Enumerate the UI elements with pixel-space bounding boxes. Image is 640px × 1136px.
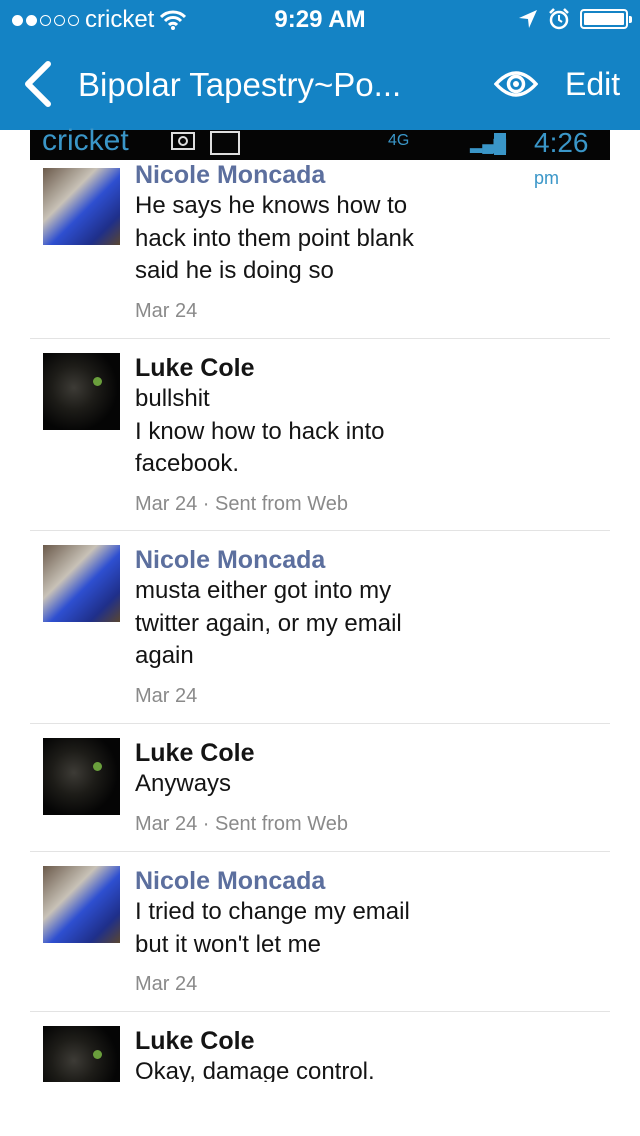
message-meta: Mar 24	[135, 973, 198, 995]
top-bar: cricket 9:29 AM Bipolar Tapestry~Po... E…	[0, 0, 640, 130]
message-text: Okay, damage control.	[135, 1058, 375, 1082]
author-name[interactable]: Luke Cole	[135, 1026, 605, 1056]
message-text: He says he knows how to hack into them p…	[135, 192, 414, 284]
avatar[interactable]	[43, 353, 120, 430]
picture-icon	[210, 131, 240, 155]
avatar[interactable]	[43, 866, 120, 943]
back-chevron-icon[interactable]	[18, 60, 58, 108]
battery-icon	[580, 9, 632, 29]
message-meta: Mar 24 · Sent from Web	[135, 812, 349, 835]
author-name[interactable]: Nicole Moncada	[135, 866, 605, 896]
message-text: I tried to change my email but it won't …	[135, 898, 410, 958]
message-text: musta either got into my twitter again, …	[135, 577, 402, 669]
message-body: Nicole Moncada I tried to change my emai…	[135, 866, 605, 997]
screenshot-status-bar: cricket 4G ▂▄▆ 4:26 pm	[30, 124, 610, 188]
author-name[interactable]: Luke Cole	[135, 353, 605, 383]
message-text: bullshit I know how to hack into faceboo…	[135, 385, 385, 477]
edit-button[interactable]: Edit	[565, 66, 620, 103]
inner-time-value: 4:26	[534, 127, 589, 158]
message-meta: Mar 24	[135, 684, 198, 707]
message-meta: Mar 24 · Sent from Web	[135, 492, 349, 515]
avatar[interactable]	[43, 738, 120, 815]
alarm-icon	[549, 8, 569, 30]
message-body: Luke Cole Anyways Mar 24 · Sent from Web	[135, 738, 605, 837]
message-item[interactable]: Nicole Moncada I tried to change my emai…	[30, 852, 610, 1012]
message-item[interactable]: Luke Cole Okay, damage control.	[30, 1012, 610, 1082]
inner-battery-icon	[494, 133, 506, 155]
location-arrow-icon	[519, 10, 537, 28]
avatar[interactable]	[43, 545, 120, 622]
author-name[interactable]: Luke Cole	[135, 738, 605, 768]
message-feed[interactable]: Nicole Moncada He says he knows how to h…	[30, 160, 610, 1082]
message-body: Luke Cole bullshit I know how to hack in…	[135, 353, 605, 517]
status-right	[518, 8, 632, 30]
conversation-title[interactable]: Bipolar Tapestry~Po...	[78, 66, 401, 104]
message-item[interactable]: Nicole Moncada musta either got into my …	[30, 531, 610, 724]
message-body: Luke Cole Okay, damage control.	[135, 1026, 605, 1082]
message-meta: Mar 24	[135, 299, 198, 322]
author-name[interactable]: Nicole Moncada	[135, 160, 605, 190]
message-item[interactable]: Luke Cole Anyways Mar 24 · Sent from Web	[30, 724, 610, 852]
status-bar: cricket 9:29 AM	[0, 0, 640, 40]
eye-icon[interactable]	[494, 66, 538, 102]
inner-carrier-label: cricket	[42, 124, 129, 157]
battery-fill	[584, 13, 624, 25]
camera-icon	[171, 132, 195, 150]
message-item[interactable]: Nicole Moncada He says he knows how to h…	[30, 160, 610, 339]
avatar[interactable]	[43, 1026, 120, 1082]
message-text: Anyways	[135, 770, 232, 797]
message-body: Nicole Moncada He says he knows how to h…	[135, 160, 605, 324]
message-item[interactable]: Luke Cole bullshit I know how to hack in…	[30, 339, 610, 531]
author-name[interactable]: Nicole Moncada	[135, 545, 605, 575]
inner-network-label: 4G	[388, 132, 410, 149]
avatar[interactable]	[43, 168, 120, 245]
message-body: Nicole Moncada musta either got into my …	[135, 545, 605, 709]
nav-bar: Bipolar Tapestry~Po... Edit	[0, 40, 640, 130]
